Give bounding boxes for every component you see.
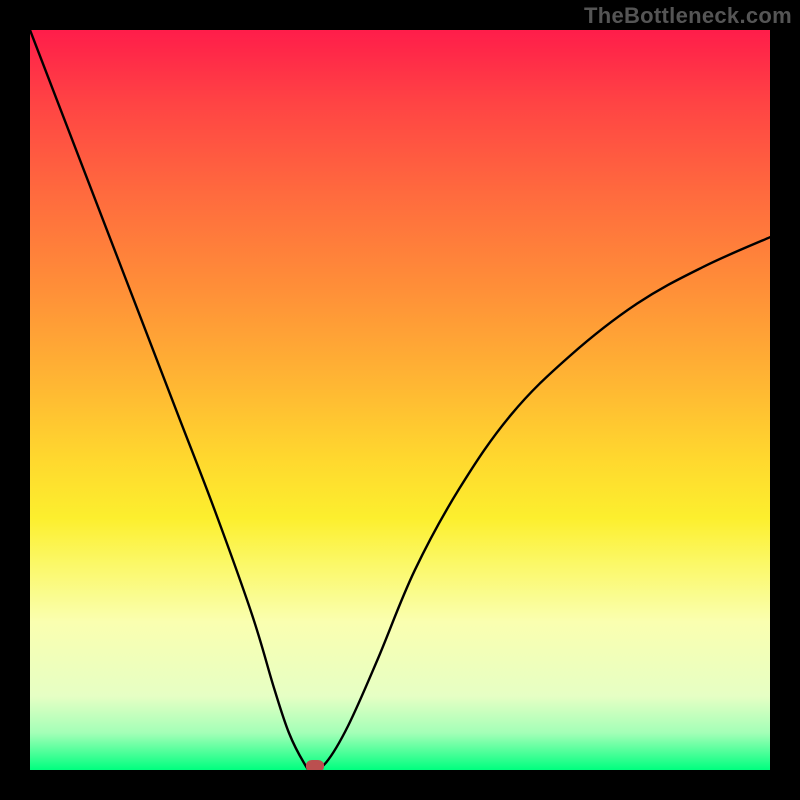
watermark-text: TheBottleneck.com xyxy=(584,3,792,29)
chart-stage: TheBottleneck.com xyxy=(0,0,800,800)
optimal-point-marker xyxy=(306,760,324,770)
plot-area xyxy=(30,30,770,770)
bottleneck-curve xyxy=(30,30,770,770)
